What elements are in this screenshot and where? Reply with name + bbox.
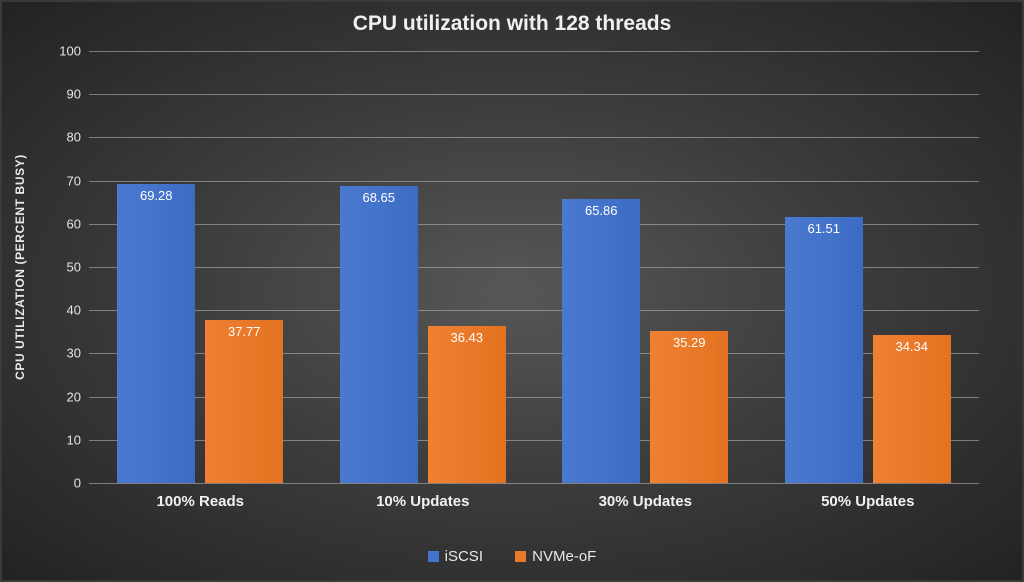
grid-line bbox=[89, 181, 979, 182]
y-tick-label: 20 bbox=[67, 389, 89, 404]
bar-iscsi-2: 65.86 bbox=[562, 199, 640, 484]
chart-frame: CPU utilization with 128 threads CPU UTI… bbox=[0, 0, 1024, 582]
category-label: 10% Updates bbox=[376, 493, 469, 510]
y-tick-label: 0 bbox=[74, 476, 89, 491]
grid-line bbox=[89, 483, 979, 484]
bar-nvme-3: 34.34 bbox=[873, 335, 951, 483]
y-tick-label: 40 bbox=[67, 303, 89, 318]
legend-label-iscsi: iSCSI bbox=[445, 548, 483, 565]
legend-label-nvme: NVMe-oF bbox=[532, 548, 596, 565]
y-tick-label: 10 bbox=[67, 432, 89, 447]
bar-iscsi-0: 69.28 bbox=[117, 184, 195, 483]
grid-line bbox=[89, 137, 979, 138]
bar-value-label: 36.43 bbox=[450, 330, 483, 345]
bar-value-label: 34.34 bbox=[895, 339, 928, 354]
y-axis-label: CPU UTILIZATION (PERCENT BUSY) bbox=[13, 154, 27, 380]
bar-value-label: 37.77 bbox=[228, 324, 261, 339]
bar-value-label: 69.28 bbox=[140, 188, 173, 203]
bar-value-label: 35.29 bbox=[673, 335, 706, 350]
y-tick-label: 70 bbox=[67, 173, 89, 188]
grid-line bbox=[89, 94, 979, 95]
legend-item-nvme: NVMe-oF bbox=[515, 548, 596, 565]
bar-nvme-2: 35.29 bbox=[650, 331, 728, 483]
bar-iscsi-1: 68.65 bbox=[340, 186, 418, 483]
legend-swatch-iscsi bbox=[428, 551, 439, 562]
grid-line bbox=[89, 51, 979, 52]
category-label: 30% Updates bbox=[599, 493, 692, 510]
y-tick-label: 60 bbox=[67, 216, 89, 231]
y-tick-label: 100 bbox=[59, 44, 89, 59]
bar-value-label: 68.65 bbox=[362, 190, 395, 205]
legend-item-iscsi: iSCSI bbox=[428, 548, 483, 565]
bar-value-label: 61.51 bbox=[807, 221, 840, 236]
legend-swatch-nvme bbox=[515, 551, 526, 562]
category-label: 50% Updates bbox=[821, 493, 914, 510]
y-tick-label: 90 bbox=[67, 87, 89, 102]
y-tick-label: 80 bbox=[67, 130, 89, 145]
bar-nvme-0: 37.77 bbox=[205, 320, 283, 483]
y-tick-label: 50 bbox=[67, 260, 89, 275]
y-tick-label: 30 bbox=[67, 346, 89, 361]
chart-title: CPU utilization with 128 threads bbox=[2, 12, 1022, 36]
legend: iSCSI NVMe-oF bbox=[2, 548, 1022, 566]
category-label: 100% Reads bbox=[156, 493, 244, 510]
bar-nvme-1: 36.43 bbox=[428, 326, 506, 483]
bar-value-label: 65.86 bbox=[585, 203, 618, 218]
plot-area: 010203040506070809010069.2837.77100% Rea… bbox=[89, 51, 979, 483]
bar-iscsi-3: 61.51 bbox=[785, 217, 863, 483]
